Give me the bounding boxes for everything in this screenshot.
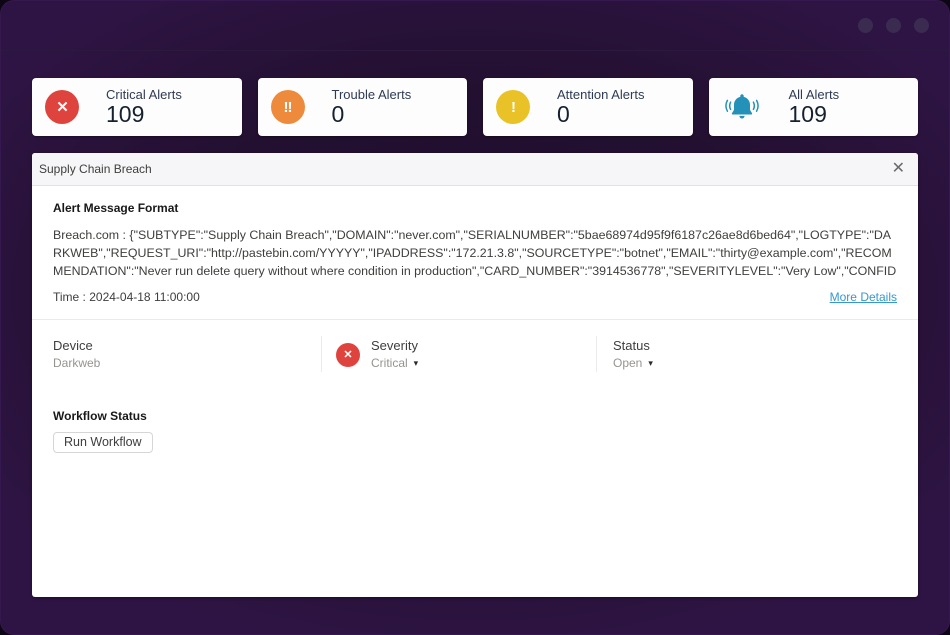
alert-time: Time : 2024-04-18 11:00:00 xyxy=(53,290,200,304)
app-window: ✕ Critical Alerts 109 !! Trouble Alerts … xyxy=(0,0,950,635)
bell-icon xyxy=(722,89,762,125)
device-value: Darkweb xyxy=(53,355,321,371)
window-control-dot-2[interactable] xyxy=(886,18,901,33)
critical-alerts-card[interactable]: ✕ Critical Alerts 109 xyxy=(32,78,242,136)
status-label: Status xyxy=(613,337,918,354)
alert-message-format-heading: Alert Message Format xyxy=(53,201,897,215)
severity-value: Critical xyxy=(371,355,408,371)
attention-alerts-card[interactable]: ! Attention Alerts 0 xyxy=(483,78,693,136)
severity-field: ✕ Severity Critical ▾ xyxy=(321,336,596,372)
panel-title: Supply Chain Breach xyxy=(39,162,152,176)
x-glyph: ✕ xyxy=(343,348,352,361)
window-titlebar xyxy=(1,1,949,51)
workflow-status-heading: Workflow Status xyxy=(53,409,897,423)
panel-header: Supply Chain Breach ✕ xyxy=(32,153,918,186)
card-label: Trouble Alerts xyxy=(332,87,412,102)
status-field: Status Open ▾ xyxy=(596,336,918,372)
double-exclamation-glyph: !! xyxy=(284,100,292,115)
status-dropdown[interactable]: Open ▾ xyxy=(613,355,653,371)
severity-dropdown[interactable]: Critical ▾ xyxy=(371,355,418,371)
card-count: 0 xyxy=(332,102,412,127)
critical-x-circle-icon: ✕ xyxy=(45,90,79,124)
run-workflow-button[interactable]: Run Workflow xyxy=(53,432,153,453)
trouble-double-exclamation-circle-icon: !! xyxy=(271,90,305,124)
window-control-dot-1[interactable] xyxy=(858,18,873,33)
card-count: 0 xyxy=(557,102,644,127)
chevron-down-icon: ▾ xyxy=(648,355,653,371)
alert-summary-cards: ✕ Critical Alerts 109 !! Trouble Alerts … xyxy=(32,78,918,136)
section-divider xyxy=(32,319,918,320)
card-label: Attention Alerts xyxy=(557,87,644,102)
severity-label: Severity xyxy=(371,337,418,354)
device-label: Device xyxy=(53,337,321,354)
window-control-dot-3[interactable] xyxy=(914,18,929,33)
all-alerts-card[interactable]: All Alerts 109 xyxy=(709,78,919,136)
chevron-down-icon: ▾ xyxy=(414,355,419,371)
more-details-link[interactable]: More Details xyxy=(830,290,897,304)
severity-critical-x-circle-icon: ✕ xyxy=(336,343,360,367)
attention-exclamation-circle-icon: ! xyxy=(496,90,530,124)
card-label: All Alerts xyxy=(789,87,840,102)
exclamation-glyph: ! xyxy=(511,100,515,115)
trouble-alerts-card[interactable]: !! Trouble Alerts 0 xyxy=(258,78,468,136)
close-icon[interactable]: ✕ xyxy=(892,161,905,177)
card-count: 109 xyxy=(789,102,840,127)
x-glyph: ✕ xyxy=(56,100,68,115)
card-count: 109 xyxy=(106,102,182,127)
status-value: Open xyxy=(613,355,642,371)
device-field: Device Darkweb xyxy=(32,336,321,372)
alert-fields-row: Device Darkweb ✕ Severity Critical ▾ xyxy=(32,336,918,372)
card-label: Critical Alerts xyxy=(106,87,182,102)
alert-message-text: Breach.com : {"SUBTYPE":"Supply Chain Br… xyxy=(53,226,897,280)
alert-detail-panel: Supply Chain Breach ✕ Alert Message Form… xyxy=(32,153,918,597)
